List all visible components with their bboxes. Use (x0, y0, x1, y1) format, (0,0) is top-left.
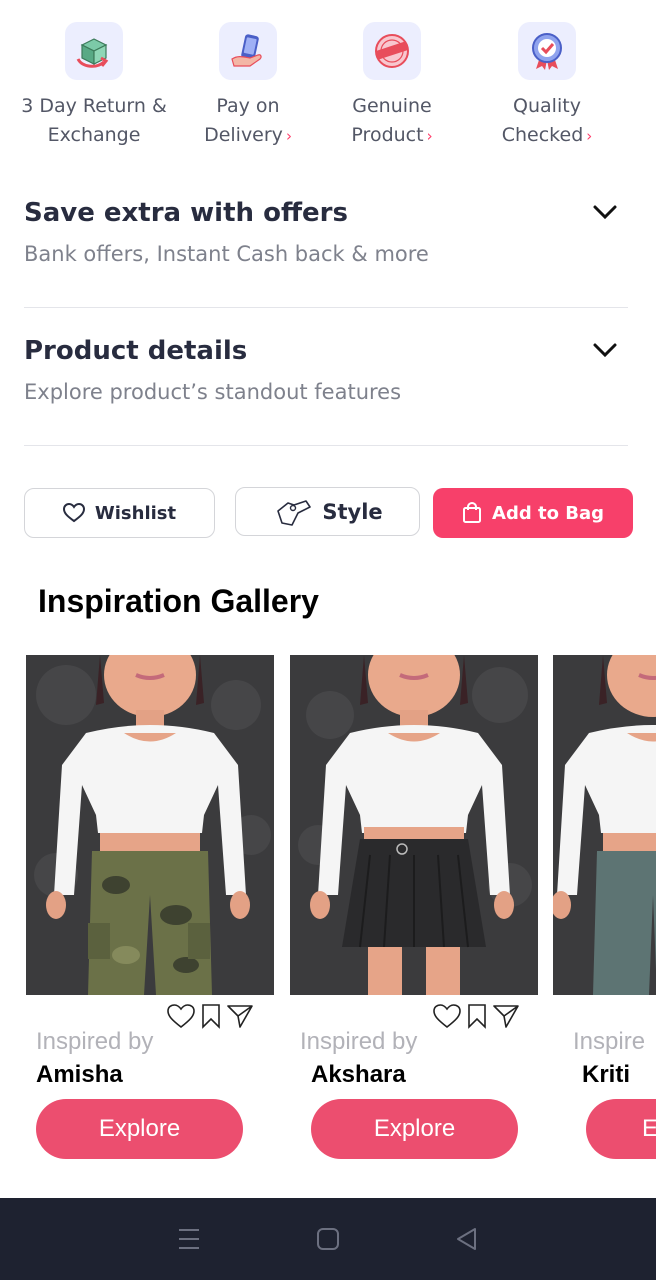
chevron-right-icon: › (285, 127, 292, 145)
chevron-down-icon[interactable] (592, 342, 618, 362)
divider (24, 307, 628, 308)
heart-icon[interactable] (166, 1003, 196, 1029)
feature-line1: Pay on (216, 95, 280, 117)
bookmark-icon[interactable] (200, 1003, 222, 1029)
offers-accordion[interactable]: Save extra with offers Bank offers, Inst… (24, 198, 628, 266)
home-icon[interactable] (316, 1227, 340, 1251)
explore-button[interactable]: Explore (311, 1099, 518, 1159)
inspiration-card[interactable]: Inspire Kriti E (553, 655, 656, 1175)
influencer-name: Amisha (36, 1061, 123, 1088)
heart-icon (62, 503, 85, 523)
divider (24, 445, 628, 446)
card-actions (166, 1003, 254, 1029)
product-details-subtitle: Explore product’s standout features (24, 380, 402, 404)
feature-line2: Checked (501, 124, 584, 146)
feature-line1: Quality (513, 95, 581, 117)
feature-quality-checked[interactable]: Quality Checked › (472, 22, 622, 151)
influencer-name: Kriti (582, 1061, 630, 1088)
feature-line1: Genuine (352, 95, 432, 117)
trust-features-row: 3 Day Return & Exchange Pay on Delivery › (0, 22, 656, 162)
return-box-icon (65, 22, 123, 80)
product-details-accordion[interactable]: Product details Explore product’s stando… (24, 336, 628, 404)
inspiration-card[interactable]: Inspired by Akshara Explore (290, 655, 540, 1175)
product-details-title: Product details (24, 336, 248, 366)
explore-button[interactable]: Explore (36, 1099, 243, 1159)
hanger-shirt-icon (277, 499, 312, 526)
feature-line2: Exchange (47, 124, 141, 146)
feature-genuine-product[interactable]: Genuine Product › (317, 22, 467, 151)
pay-on-delivery-icon (219, 22, 277, 80)
heart-icon[interactable] (432, 1003, 462, 1029)
explore-button[interactable]: E (586, 1099, 656, 1159)
add-to-bag-button[interactable]: Add to Bag (433, 488, 633, 538)
add-to-bag-label: Add to Bag (492, 502, 604, 524)
gallery-title: Inspiration Gallery (38, 583, 319, 619)
inspiration-card[interactable]: Inspired by Amisha Explore (26, 655, 276, 1175)
bookmark-icon[interactable] (466, 1003, 488, 1029)
quality-badge-icon (518, 22, 576, 80)
recent-apps-icon[interactable] (177, 1226, 201, 1252)
shopping-bag-icon (463, 502, 482, 523)
inspired-by-label: Inspire (573, 1028, 646, 1055)
card-actions (432, 1003, 520, 1029)
inspired-by-label: Inspired by (36, 1028, 154, 1055)
original-stamp-icon (363, 22, 421, 80)
chevron-right-icon: › (426, 127, 433, 145)
outfit-photo[interactable] (26, 655, 274, 995)
feature-return-exchange[interactable]: 3 Day Return & Exchange (19, 22, 169, 150)
style-label: Style (322, 499, 383, 524)
feature-line2: Product (351, 124, 424, 146)
influencer-name: Akshara (311, 1061, 406, 1088)
share-icon[interactable] (492, 1003, 520, 1029)
outfit-photo[interactable] (553, 655, 656, 995)
back-icon[interactable] (455, 1227, 479, 1251)
share-icon[interactable] (226, 1003, 254, 1029)
chevron-right-icon: › (586, 127, 593, 145)
feature-line1: 3 Day Return & (21, 95, 167, 117)
feature-line2: Delivery (204, 124, 283, 146)
chevron-down-icon[interactable] (592, 204, 618, 224)
system-nav-bar (0, 1198, 656, 1280)
inspired-by-label: Inspired by (300, 1028, 418, 1055)
outfit-photo[interactable] (290, 655, 538, 995)
wishlist-button[interactable]: Wishlist (24, 488, 215, 538)
offers-title: Save extra with offers (24, 198, 348, 228)
offers-subtitle: Bank offers, Instant Cash back & more (24, 242, 429, 266)
feature-pay-on-delivery[interactable]: Pay on Delivery › (173, 22, 323, 151)
style-button[interactable]: Style (235, 487, 420, 536)
wishlist-label: Wishlist (94, 502, 177, 524)
